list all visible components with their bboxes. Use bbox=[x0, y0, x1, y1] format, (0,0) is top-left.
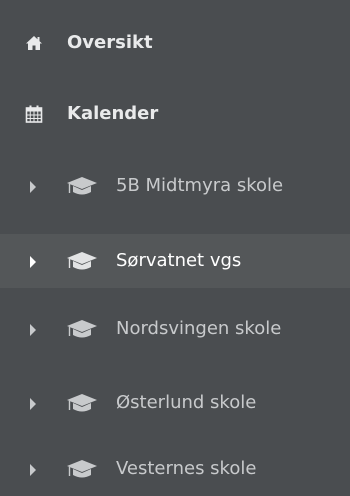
home-icon bbox=[25, 34, 43, 52]
graduation-cap-icon bbox=[66, 175, 98, 197]
nav-item-label: Oversikt bbox=[67, 32, 153, 53]
sidebar-nav: Oversikt Kalender 5B Midtmyra skole Sørv… bbox=[0, 0, 350, 496]
graduation-cap-icon bbox=[66, 392, 98, 414]
school-item-vesternes[interactable]: Vesternes skole bbox=[0, 442, 350, 496]
caret-right-icon[interactable] bbox=[28, 254, 38, 268]
caret-right-icon[interactable] bbox=[28, 179, 38, 193]
graduation-cap-icon bbox=[66, 250, 98, 272]
calendar-icon bbox=[25, 105, 43, 123]
school-label: Vesternes skole bbox=[116, 458, 257, 479]
graduation-cap-icon bbox=[66, 318, 98, 340]
caret-right-icon[interactable] bbox=[28, 462, 38, 476]
school-item-sorvatnet[interactable]: Sørvatnet vgs bbox=[0, 234, 350, 288]
nav-item-kalender[interactable]: Kalender bbox=[0, 96, 350, 132]
graduation-cap-icon bbox=[66, 458, 98, 480]
nav-item-oversikt[interactable]: Oversikt bbox=[0, 25, 350, 61]
school-item-nordsvingen[interactable]: Nordsvingen skole bbox=[0, 302, 350, 356]
school-label: Østerlund skole bbox=[116, 392, 257, 413]
caret-right-icon[interactable] bbox=[28, 396, 38, 410]
school-label: Nordsvingen skole bbox=[116, 318, 282, 339]
school-label: 5B Midtmyra skole bbox=[116, 175, 284, 196]
school-item-osterlund[interactable]: Østerlund skole bbox=[0, 376, 350, 430]
nav-item-label: Kalender bbox=[67, 103, 159, 124]
school-item-5b-midtmyra[interactable]: 5B Midtmyra skole bbox=[0, 159, 350, 213]
caret-right-icon[interactable] bbox=[28, 322, 38, 336]
school-label: Sørvatnet vgs bbox=[116, 250, 242, 271]
